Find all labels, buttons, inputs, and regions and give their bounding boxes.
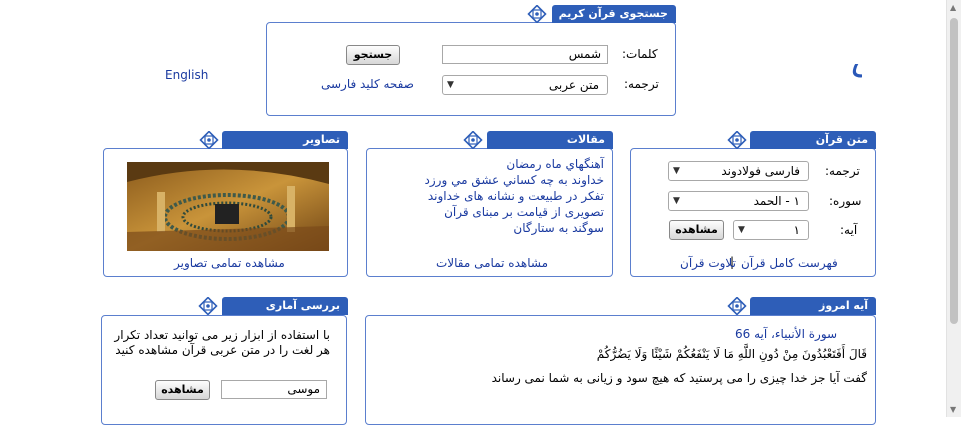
articles-list: آهنگهاي ماه رمضان خداوند به چه کساني عشق… [372, 156, 604, 236]
knot-ornament-icon [727, 297, 747, 315]
persian-keyboard-link[interactable]: صفحه کلید فارسی [321, 77, 414, 91]
words-label: کلمات: [622, 47, 658, 61]
sura-value: ۱ - الحمد [753, 194, 800, 208]
search-translation-value: متن عربی [548, 78, 599, 92]
article-link[interactable]: تصویری از قیامت بر مبنای قرآن [372, 204, 604, 220]
verse-of-day-tab-title: آيه امروز [750, 297, 876, 315]
search-tab-title: جستجوی قرآن کريم [552, 5, 676, 23]
article-link[interactable]: سوگند به ستارگان [372, 220, 604, 236]
knot-ornament-icon [727, 131, 747, 149]
knot-ornament-icon [199, 131, 219, 149]
stats-tab-title: بررسی آماری [222, 297, 348, 315]
quran-text-tab-title: متن قرآن [750, 131, 876, 149]
article-link[interactable]: خداوند به چه کساني عشق مي ورزد [372, 172, 604, 188]
chevron-down-icon: ▼ [673, 196, 680, 206]
svg-text:پارس قرآن: پارس قرآن [850, 40, 862, 81]
view-all-images-link[interactable]: مشاهده تمامی تصاوير [174, 256, 285, 270]
scroll-up-icon[interactable]: ▲ [950, 3, 956, 12]
articles-tab-title: مقالات [487, 131, 613, 149]
search-button[interactable]: جستجو [346, 45, 400, 65]
quran-translation-value: فارسی فولادوند [721, 164, 800, 178]
sura-select[interactable]: ۱ - الحمد ▼ [668, 191, 809, 211]
verse-translation-text: گفت آيا جز خدا چيزى را مى پرستيد كه هيچ … [491, 371, 867, 385]
quran-translation-select[interactable]: فارسی فولادوند ▼ [668, 161, 809, 181]
knot-ornament-icon [527, 5, 547, 23]
stats-description: با استفاده از ابزار زیر می توانید تعداد … [114, 328, 330, 357]
quran-translation-label: ترجمه: [825, 164, 860, 178]
stats-view-button[interactable]: مشاهده [155, 380, 210, 400]
scroll-down-icon[interactable]: ▼ [950, 405, 956, 414]
quran-index-link[interactable]: فهرست کامل قرآن [741, 256, 838, 270]
knot-ornament-icon [198, 297, 218, 315]
scrollbar-thumb[interactable] [950, 18, 958, 324]
chevron-down-icon: ▼ [447, 80, 454, 90]
search-words-input[interactable]: شمس [442, 45, 608, 64]
images-tab-title: تصاوير [222, 131, 348, 149]
verse-reference-link[interactable]: سورة الأنبياء، آيه 66 [735, 327, 837, 341]
verse-arabic-text: قَالَ أَفَتَعْبُدُونَ مِنْ دُونِ اللَّهِ… [596, 347, 867, 361]
english-link[interactable]: English [165, 68, 208, 82]
chevron-down-icon: ▼ [673, 166, 680, 176]
view-all-articles-link[interactable]: مشاهده تمامی مقالات [436, 256, 548, 270]
search-translation-label: ترجمه: [624, 77, 659, 91]
page-scrollbar[interactable]: ▲ ▼ [946, 0, 961, 417]
chevron-down-icon: ▼ [738, 225, 745, 235]
article-link[interactable]: تفکر در طبيعت و نشانه های خداوند [372, 188, 604, 204]
recitation-link[interactable]: تلاوت قرآن [680, 256, 736, 270]
article-link[interactable]: آهنگهاي ماه رمضان [372, 156, 604, 172]
search-panel [266, 22, 676, 116]
aya-value: ۱ [793, 223, 800, 237]
search-translation-select[interactable]: متن عربی ▼ [442, 75, 608, 95]
quran-view-button[interactable]: مشاهده [669, 220, 724, 240]
aya-label: آيه: [840, 223, 858, 237]
logo[interactable]: پارس قرآن [712, 28, 961, 88]
aya-select[interactable]: ۱ ▼ [733, 220, 809, 240]
knot-ornament-icon [463, 131, 483, 149]
word-stats-input[interactable]: موسی [221, 380, 327, 399]
sura-label: سوره: [829, 194, 862, 208]
featured-image[interactable] [127, 162, 329, 251]
